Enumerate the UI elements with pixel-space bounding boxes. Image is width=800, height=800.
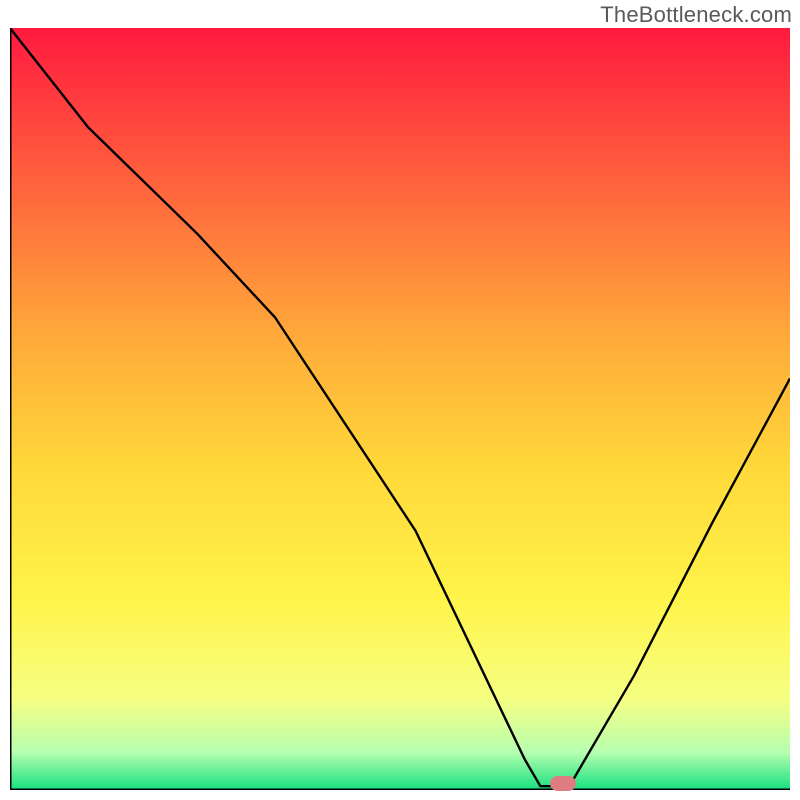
chart-container: TheBottleneck.com: [0, 0, 800, 800]
attribution-label: TheBottleneck.com: [600, 2, 792, 28]
gradient-background: [10, 28, 790, 790]
optimal-point-marker: [550, 776, 576, 791]
chart-svg: [10, 28, 790, 790]
plot-area: [10, 28, 790, 790]
